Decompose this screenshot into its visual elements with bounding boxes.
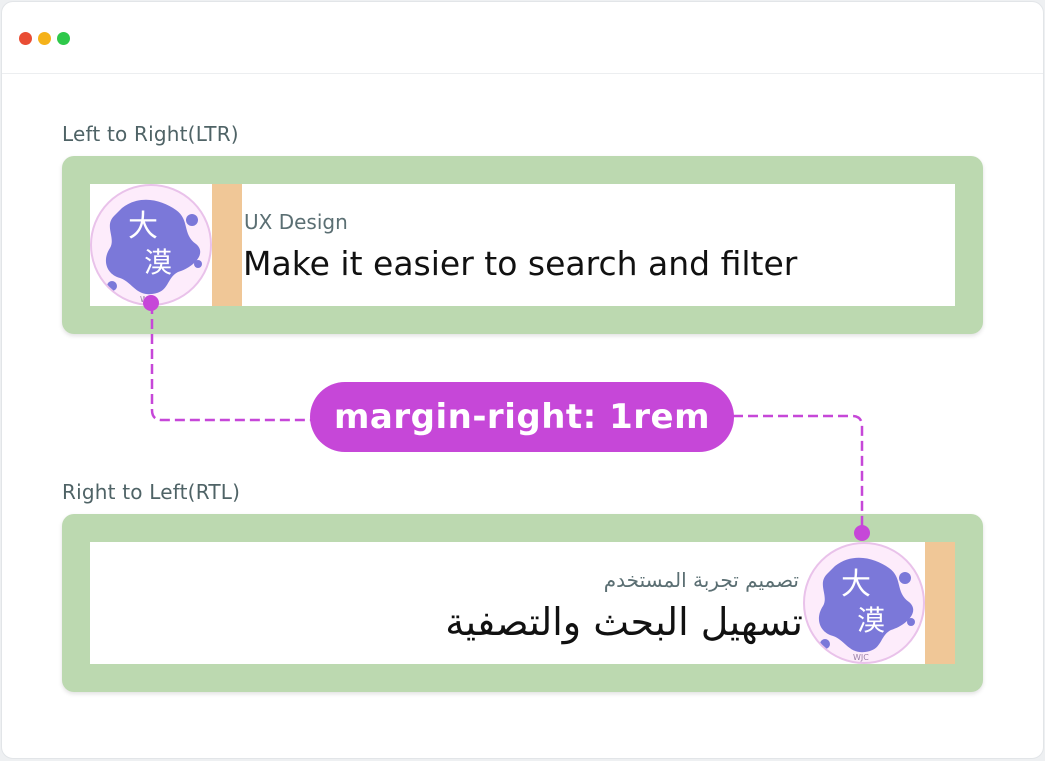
ltr-anchor-dot (143, 295, 159, 311)
rtl-anchor-dot (854, 525, 870, 541)
margin-annotation-pill: margin-right: 1rem (310, 382, 734, 452)
margin-connector (143, 295, 870, 541)
